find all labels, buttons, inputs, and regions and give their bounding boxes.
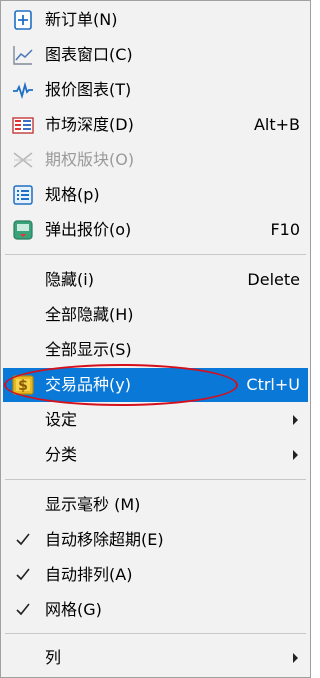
options-board-icon — [13, 152, 33, 168]
checkmark-icon — [16, 568, 30, 581]
menu-item-label: 弹出报价(o) — [45, 220, 132, 239]
menu-item-label: 自动移除超期(E) — [45, 530, 164, 549]
svg-text:$: $ — [18, 378, 28, 394]
menu-item-label: 网格(G) — [45, 600, 102, 619]
chart-window-icon — [13, 46, 33, 65]
menu-item-shortcut: F10 — [270, 220, 300, 239]
menu-item-label: 全部显示(S) — [45, 340, 132, 359]
menu-item-settings[interactable]: 设定 — [3, 403, 308, 437]
menu-item-label: 交易品种(y) — [45, 375, 131, 394]
menu-item-label: 分类 — [45, 445, 78, 464]
menu-item-show-all[interactable]: 全部显示(S) — [3, 333, 308, 367]
menu-item-popup-prices[interactable]: 弹出报价(o) F10 — [3, 213, 308, 247]
popup-prices-icon — [13, 220, 33, 240]
menu-item-auto-arrange[interactable]: 自动排列(A) — [3, 558, 308, 592]
submenu-arrow-icon — [293, 450, 298, 460]
market-depth-icon — [12, 117, 34, 134]
menu-item-label: 设定 — [45, 410, 78, 429]
menu-item-columns[interactable]: 列 — [3, 641, 308, 675]
tick-chart-icon — [13, 81, 33, 100]
specification-icon — [13, 185, 33, 205]
menu-item-market-depth[interactable]: 市场深度(D) Alt+B — [3, 108, 308, 142]
symbols-dollar-icon: $ — [12, 375, 34, 395]
checkmark-icon — [16, 533, 30, 546]
menu-item-auto-remove-expired[interactable]: 自动移除超期(E) — [3, 523, 308, 557]
menu-item-label: 图表窗口(C) — [45, 45, 133, 64]
menu-item-label: 市场深度(D) — [45, 115, 134, 134]
menu-separator — [5, 479, 306, 480]
menu-separator — [5, 254, 306, 255]
new-order-icon — [14, 10, 32, 30]
menu-item-new-order[interactable]: 新订单(N) — [3, 3, 308, 37]
menu-item-label: 隐藏(i) — [45, 270, 94, 289]
menu-item-show-milliseconds[interactable]: 显示毫秒 (M) — [3, 488, 308, 522]
menu-item-label: 报价图表(T) — [45, 80, 132, 99]
menu-separator — [5, 633, 306, 634]
context-menu: 新订单(N) 图表窗口(C) 报价图表(T) 市场深度(D) Alt+B 期权版… — [0, 0, 311, 678]
menu-item-label: 新订单(N) — [45, 10, 118, 29]
menu-item-shortcut: Delete — [247, 270, 300, 289]
menu-item-label: 自动排列(A) — [45, 565, 133, 584]
menu-item-shortcut: Alt+B — [253, 115, 300, 134]
menu-item-tick-chart[interactable]: 报价图表(T) — [3, 73, 308, 107]
menu-item-label: 全部隐藏(H) — [45, 305, 134, 324]
menu-item-specification[interactable]: 规格(p) — [3, 178, 308, 212]
checkmark-icon — [16, 603, 30, 616]
menu-item-symbols[interactable]: $ 交易品种(y) Ctrl+U — [3, 368, 308, 402]
menu-item-hide-all[interactable]: 全部隐藏(H) — [3, 298, 308, 332]
menu-item-label: 期权版块(O) — [45, 150, 135, 169]
menu-item-hide[interactable]: 隐藏(i) Delete — [3, 263, 308, 297]
menu-item-chart-window[interactable]: 图表窗口(C) — [3, 38, 308, 72]
submenu-arrow-icon — [293, 653, 298, 663]
submenu-arrow-icon — [293, 415, 298, 425]
menu-item-label: 列 — [45, 648, 62, 667]
menu-item-shortcut: Ctrl+U — [246, 375, 300, 394]
menu-item-options-board: 期权版块(O) — [3, 143, 308, 177]
menu-item-label: 显示毫秒 (M) — [45, 495, 141, 514]
menu-item-label: 规格(p) — [45, 185, 100, 204]
menu-item-categories[interactable]: 分类 — [3, 438, 308, 472]
menu-item-grid[interactable]: 网格(G) — [3, 593, 308, 627]
